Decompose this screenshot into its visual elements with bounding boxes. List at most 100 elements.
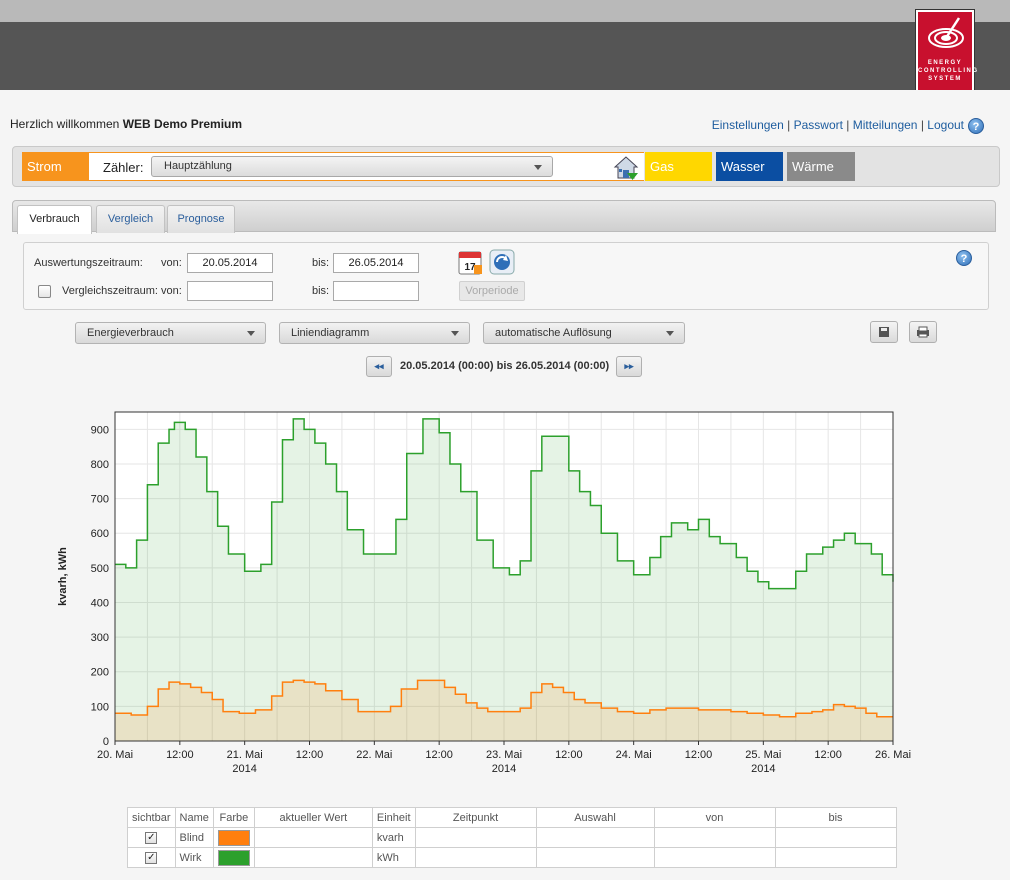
color-swatch[interactable] bbox=[217, 849, 250, 866]
y-tick-label: 800 bbox=[91, 459, 109, 471]
selection bbox=[535, 827, 655, 848]
welcome-message: Herzlich willkommen WEB Demo Premium bbox=[10, 117, 242, 131]
compare-from-input[interactable] bbox=[187, 281, 273, 301]
to bbox=[774, 847, 897, 868]
medium-gas-tab[interactable]: Gas bbox=[645, 152, 712, 181]
tab-prognose[interactable]: Prognose bbox=[167, 205, 235, 233]
chevron-down-icon bbox=[534, 165, 542, 170]
x-tick-label: 21. Mai bbox=[227, 749, 263, 761]
date-range-text: 20.05.2014 (00:00) bis 26.05.2014 (00:00… bbox=[400, 360, 610, 372]
legend-row-blind: ✓ Blind kvarh bbox=[127, 827, 897, 848]
save-button[interactable] bbox=[870, 321, 898, 343]
compare-period-checkbox[interactable] bbox=[38, 285, 51, 298]
measure-select-value: Energieverbrauch bbox=[87, 327, 174, 339]
meter-label: Zähler: bbox=[103, 160, 144, 175]
col-color: Farbe bbox=[212, 807, 255, 828]
resolution-value: automatische Auflösung bbox=[495, 327, 612, 339]
next-range-button[interactable]: ▸▸ bbox=[616, 356, 642, 377]
col-timestamp: Zeitpunkt bbox=[414, 807, 537, 828]
help-icon[interactable]: ? bbox=[956, 250, 972, 266]
y-tick-label: 0 bbox=[103, 736, 109, 748]
house-icon[interactable] bbox=[613, 155, 639, 181]
tab-vergleich[interactable]: Vergleich bbox=[96, 205, 165, 233]
logo-line-2: CONTROLLING bbox=[918, 68, 979, 74]
x-tick-label: 25. Mai bbox=[745, 749, 781, 761]
meter-panel: Zähler: Hauptzählung bbox=[89, 152, 644, 181]
meter-select[interactable]: Hauptzählung bbox=[151, 156, 553, 177]
visible-checkbox[interactable]: ✓ bbox=[145, 832, 158, 844]
chart-type-value: Liniendiagramm bbox=[291, 327, 370, 339]
col-current-value: aktueller Wert bbox=[253, 807, 373, 828]
visible-cell: ✓ bbox=[127, 827, 176, 848]
header-band bbox=[0, 22, 1010, 90]
print-button[interactable] bbox=[909, 321, 937, 343]
medium-selector: Strom Zähler: Hauptzählung Gas Wasser Wä… bbox=[12, 146, 1000, 187]
spiral-icon bbox=[928, 17, 964, 48]
chevron-down-icon bbox=[247, 331, 255, 336]
medium-waerme-tab[interactable]: Wärme bbox=[787, 152, 855, 181]
x-tick-label: 12:00 bbox=[166, 749, 194, 761]
x-tick-label: 12:00 bbox=[685, 749, 713, 761]
password-link[interactable]: Passwort bbox=[794, 118, 843, 132]
from-date-input[interactable]: 20.05.2014 bbox=[187, 253, 273, 273]
series-unit: kWh bbox=[371, 847, 416, 868]
print-icon bbox=[917, 326, 929, 338]
meter-select-value: Hauptzählung bbox=[164, 160, 232, 172]
medium-wasser-tab[interactable]: Wasser bbox=[716, 152, 783, 181]
ecs-logo[interactable]: ENERGY CONTROLLING SYSTEM bbox=[915, 9, 979, 95]
settings-link[interactable]: Einstellungen bbox=[712, 118, 784, 132]
x-tick-label: 22. Mai bbox=[356, 749, 392, 761]
color-swatch[interactable] bbox=[217, 829, 250, 846]
series-name: Blind bbox=[174, 827, 214, 848]
to-label: bis: bbox=[312, 257, 330, 269]
x-tick-label: 12:00 bbox=[425, 749, 453, 761]
col-to: bis bbox=[774, 807, 897, 828]
x-tick-label: 12:00 bbox=[814, 749, 842, 761]
y-axis-label: kvarh, kWh bbox=[57, 547, 69, 606]
tab-verbrauch[interactable]: Verbrauch bbox=[17, 205, 92, 234]
link-separator: | bbox=[920, 118, 924, 132]
to-date-input[interactable]: 26.05.2014 bbox=[333, 253, 419, 273]
x-tick-label: 2014 bbox=[232, 763, 256, 775]
y-tick-label: 300 bbox=[91, 632, 109, 644]
legend-row-wirk: ✓ Wirk kWh bbox=[127, 847, 897, 868]
save-icon bbox=[879, 327, 889, 337]
calendar-icon[interactable]: 17 bbox=[458, 249, 482, 275]
x-tick-label: 26. Mai bbox=[875, 749, 911, 761]
period-filter: Auswertungszeitraum: von: 20.05.2014 bis… bbox=[23, 242, 989, 310]
current-value bbox=[253, 847, 373, 868]
y-tick-label: 200 bbox=[91, 667, 109, 679]
x-tick-label: 12:00 bbox=[555, 749, 583, 761]
current-value bbox=[253, 827, 373, 848]
timestamp bbox=[414, 847, 537, 868]
link-separator: | bbox=[846, 118, 850, 132]
refresh-icon[interactable] bbox=[489, 249, 515, 275]
visible-checkbox[interactable]: ✓ bbox=[145, 852, 158, 864]
compare-to-label: bis: bbox=[312, 285, 330, 297]
logout-link[interactable]: Logout bbox=[927, 118, 964, 132]
messages-link[interactable]: Mitteilungen bbox=[853, 118, 918, 132]
y-tick-label: 900 bbox=[91, 424, 109, 436]
link-separator: | bbox=[787, 118, 791, 132]
x-tick-label: 23. Mai bbox=[486, 749, 522, 761]
col-name: Name bbox=[174, 807, 214, 828]
help-icon[interactable]: ? bbox=[968, 118, 984, 134]
y-tick-label: 400 bbox=[91, 597, 109, 609]
chart-type-select[interactable]: Liniendiagramm bbox=[279, 322, 470, 344]
main-content: Herzlich willkommen WEB Demo Premium Ein… bbox=[0, 90, 1010, 880]
compare-period-label: Vergleichszeitraum: bbox=[62, 285, 158, 297]
previous-period-button[interactable]: Vorperiode bbox=[459, 281, 525, 301]
col-selection: Auswahl bbox=[535, 807, 655, 828]
y-tick-label: 100 bbox=[91, 701, 109, 713]
chart-svg: 0 100 200 300 400 500 600 700 800 900 kvarh, kWh 20… bbox=[57, 411, 911, 775]
compare-from-label: von: bbox=[161, 285, 182, 297]
col-unit: Einheit bbox=[371, 807, 416, 828]
measure-select[interactable]: Energieverbrauch bbox=[75, 322, 266, 344]
resolution-select[interactable]: automatische Auflösung bbox=[483, 322, 685, 344]
logo-line-1: ENERGY bbox=[927, 60, 963, 66]
y-tick-label: 600 bbox=[91, 528, 109, 540]
legend-header-row: sichtbar Name Farbe aktueller Wert Einhe… bbox=[127, 807, 897, 828]
previous-range-button[interactable]: ◂◂ bbox=[366, 356, 392, 377]
compare-to-input[interactable] bbox=[333, 281, 419, 301]
medium-strom-tab[interactable]: Strom bbox=[22, 152, 89, 181]
